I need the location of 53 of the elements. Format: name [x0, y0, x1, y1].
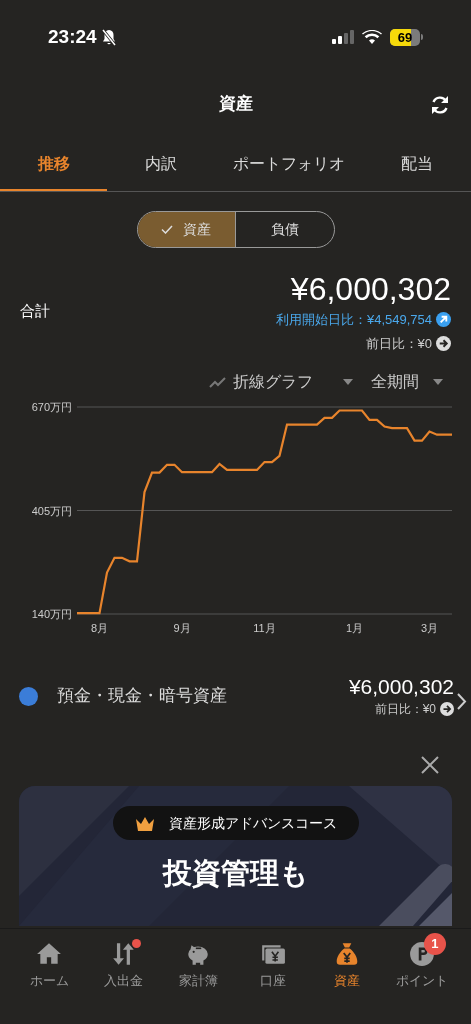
axis-label: 405万円 [31, 504, 72, 517]
period-dropdown[interactable]: 全期間 [371, 370, 443, 394]
account-name: 預金・現金・暗号資産 [57, 685, 228, 708]
account-amount: ¥6,000,302 [348, 674, 454, 700]
count-badge: 1 [423, 933, 446, 955]
tab[interactable]: 配当 [363, 138, 471, 191]
axis-label: 1月 [345, 622, 364, 634]
dropdown-triangle-icon [343, 379, 353, 385]
axis-label: 11月 [253, 622, 276, 634]
clock-time: 23:24 [48, 24, 97, 49]
day-change: 前日比：¥0 [374, 701, 436, 718]
axis-label: 140万円 [31, 608, 72, 620]
tab[interactable]: 内訳 [107, 138, 215, 191]
segment-button[interactable]: 負債 [235, 212, 334, 247]
home-icon [36, 941, 63, 967]
page-title: 資産 [218, 93, 253, 116]
nav-tab[interactable]: 口座 [235, 931, 310, 1001]
up-arrow-circle-icon [436, 312, 451, 328]
close-icon[interactable] [421, 756, 439, 774]
wifi-icon [362, 30, 382, 44]
tab[interactable]: 推移 [0, 138, 108, 191]
nav-tab[interactable]: 入出金 [86, 931, 161, 1001]
total-amount: ¥6,000,302 [290, 270, 451, 308]
chart-type-dropdown[interactable]: 折線グラフ [209, 370, 353, 394]
nav-tab[interactable]: ホーム [12, 931, 87, 1001]
banner-heading: 投資管理も [162, 856, 309, 891]
total-label: 合計 [20, 301, 50, 321]
dropdown-triangle-icon [433, 379, 443, 385]
day-change: 前日比：¥0 [365, 334, 432, 353]
course-badge: 資産形成アドバンスコース [112, 806, 359, 840]
promo-banner[interactable]: 資産形成アドバンスコース 投資管理も [19, 786, 452, 926]
chevron-right-icon [457, 692, 467, 710]
tab[interactable]: ポートフォリオ [214, 138, 364, 191]
axis-label: 670万円 [31, 401, 72, 413]
crown-icon [134, 815, 155, 831]
nav-tab[interactable]: ポイント 1 [384, 931, 459, 1001]
axis-label: 8月 [90, 622, 109, 634]
check-icon [161, 225, 174, 234]
line-chart-icon [209, 376, 227, 388]
nav-tab[interactable]: 家計簿 [161, 931, 236, 1001]
up-down-arrows-icon [110, 941, 137, 967]
refresh-icon[interactable] [429, 94, 451, 116]
nav-tab[interactable]: 資産 [310, 931, 385, 1001]
segment-button[interactable]: 資産 [137, 212, 235, 247]
axis-label: 3月 [420, 622, 439, 634]
right-arrow-circle-icon [440, 702, 454, 716]
right-arrow-circle-icon [436, 335, 451, 351]
battery-indicator: 69 [390, 28, 423, 46]
muted-bell-icon [100, 28, 117, 46]
account-row[interactable]: 預金・現金・暗号資産 ¥6,000,302 前日比：¥0 [0, 672, 471, 720]
axis-label: 9月 [173, 622, 191, 634]
since-start-change: 利用開始日比：¥4,549,754 [275, 311, 432, 329]
signal-icon [332, 30, 354, 44]
